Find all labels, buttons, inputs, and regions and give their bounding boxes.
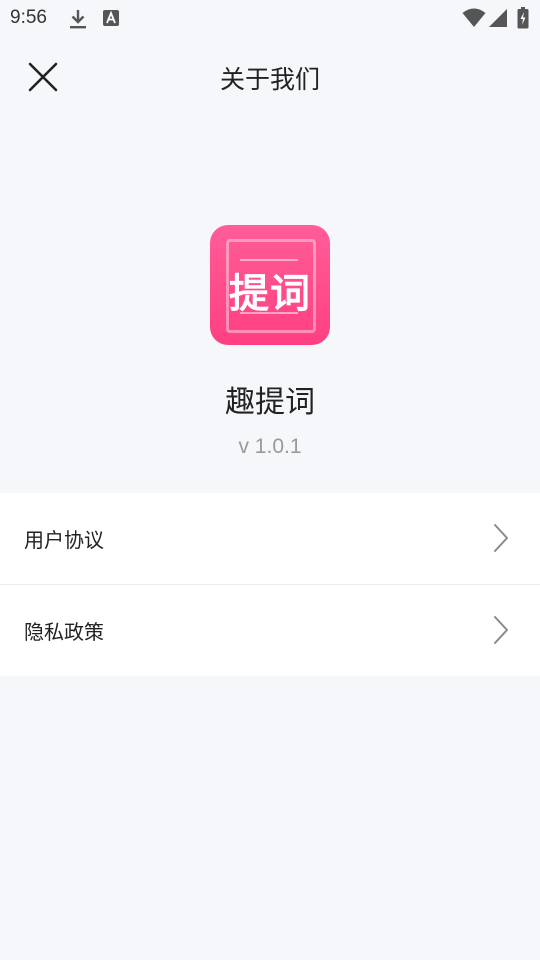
status-time: 9:56 <box>10 7 47 28</box>
header: 关于我们 <box>0 36 540 120</box>
menu-item-user-agreement[interactable]: 用户协议 <box>0 493 540 584</box>
chevron-right-icon <box>492 615 510 649</box>
logo-text: 提词 <box>229 271 311 317</box>
status-bar: 9:56 <box>0 0 540 36</box>
wifi-icon <box>462 8 486 32</box>
menu-item-label: 用户协议 <box>24 528 104 552</box>
settings-menu: 用户协议 隐私政策 <box>0 493 540 676</box>
menu-item-privacy-policy[interactable]: 隐私政策 <box>0 584 540 676</box>
keyboard-a-icon <box>102 9 120 31</box>
page-title: 关于我们 <box>219 65 320 94</box>
battery-charging-icon <box>517 7 529 33</box>
signal-icon <box>488 8 508 32</box>
download-icon <box>68 8 88 34</box>
app-logo: 提词 <box>210 225 330 345</box>
menu-item-label: 隐私政策 <box>24 620 104 644</box>
app-version: v 1.0.1 <box>238 435 302 458</box>
app-name: 趣提词 <box>225 385 315 420</box>
chevron-right-icon <box>492 523 510 557</box>
